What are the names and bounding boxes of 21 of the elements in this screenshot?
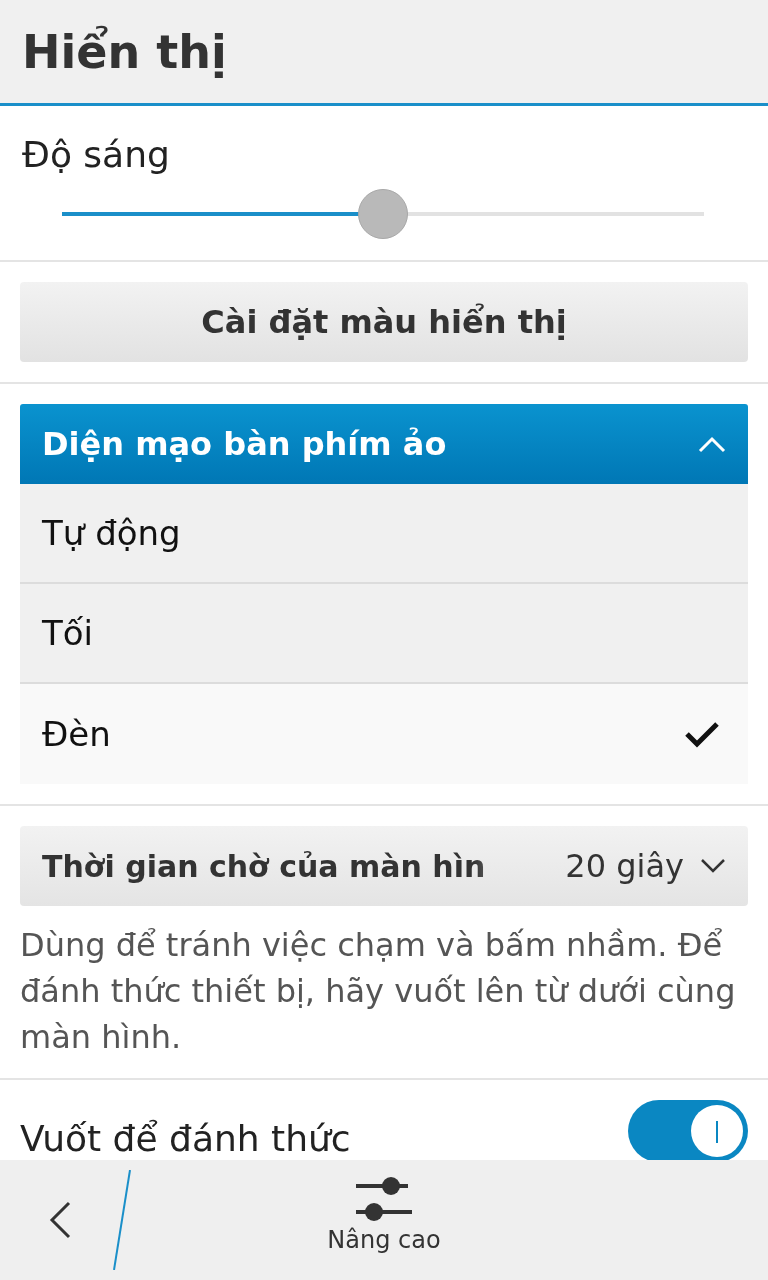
advanced-button[interactable]: Nâng cao [324, 1176, 444, 1254]
keyboard-theme-title: Diện mạo bàn phím ảo [42, 425, 447, 463]
timeout-value: 20 giây [565, 847, 684, 885]
keyboard-theme-header[interactable]: Diện mạo bàn phím ảo [20, 404, 748, 484]
theme-option[interactable]: Đèn [20, 684, 748, 784]
timeout-dropdown[interactable]: Thời gian chờ của màn hìn 20 giây [20, 826, 748, 906]
slider-thumb[interactable] [358, 189, 408, 239]
color-settings-button[interactable]: Cài đặt màu hiển thị [20, 282, 748, 362]
wake-label: Vuốt để đánh thức [20, 1118, 351, 1159]
chevron-up-icon [698, 435, 726, 453]
brightness-slider[interactable] [62, 189, 704, 239]
theme-option[interactable]: Tối [20, 584, 748, 684]
back-icon[interactable] [48, 1200, 72, 1240]
timeout-label: Thời gian chờ của màn hìn [42, 848, 487, 884]
description-text: Dùng để tránh việc chạm và bấm nhầm. Để đánh thức thiết bị, hãy vuốt lên từ dưới cùng màn hình. [20, 925, 737, 1058]
checkmark-icon [684, 720, 720, 748]
chevron-down-icon [700, 858, 726, 874]
sliders-icon [354, 1176, 414, 1222]
brightness-label: Độ sáng [22, 134, 170, 175]
page-title: Hiển thị [22, 24, 227, 79]
theme-option[interactable]: Tự động [20, 484, 748, 584]
